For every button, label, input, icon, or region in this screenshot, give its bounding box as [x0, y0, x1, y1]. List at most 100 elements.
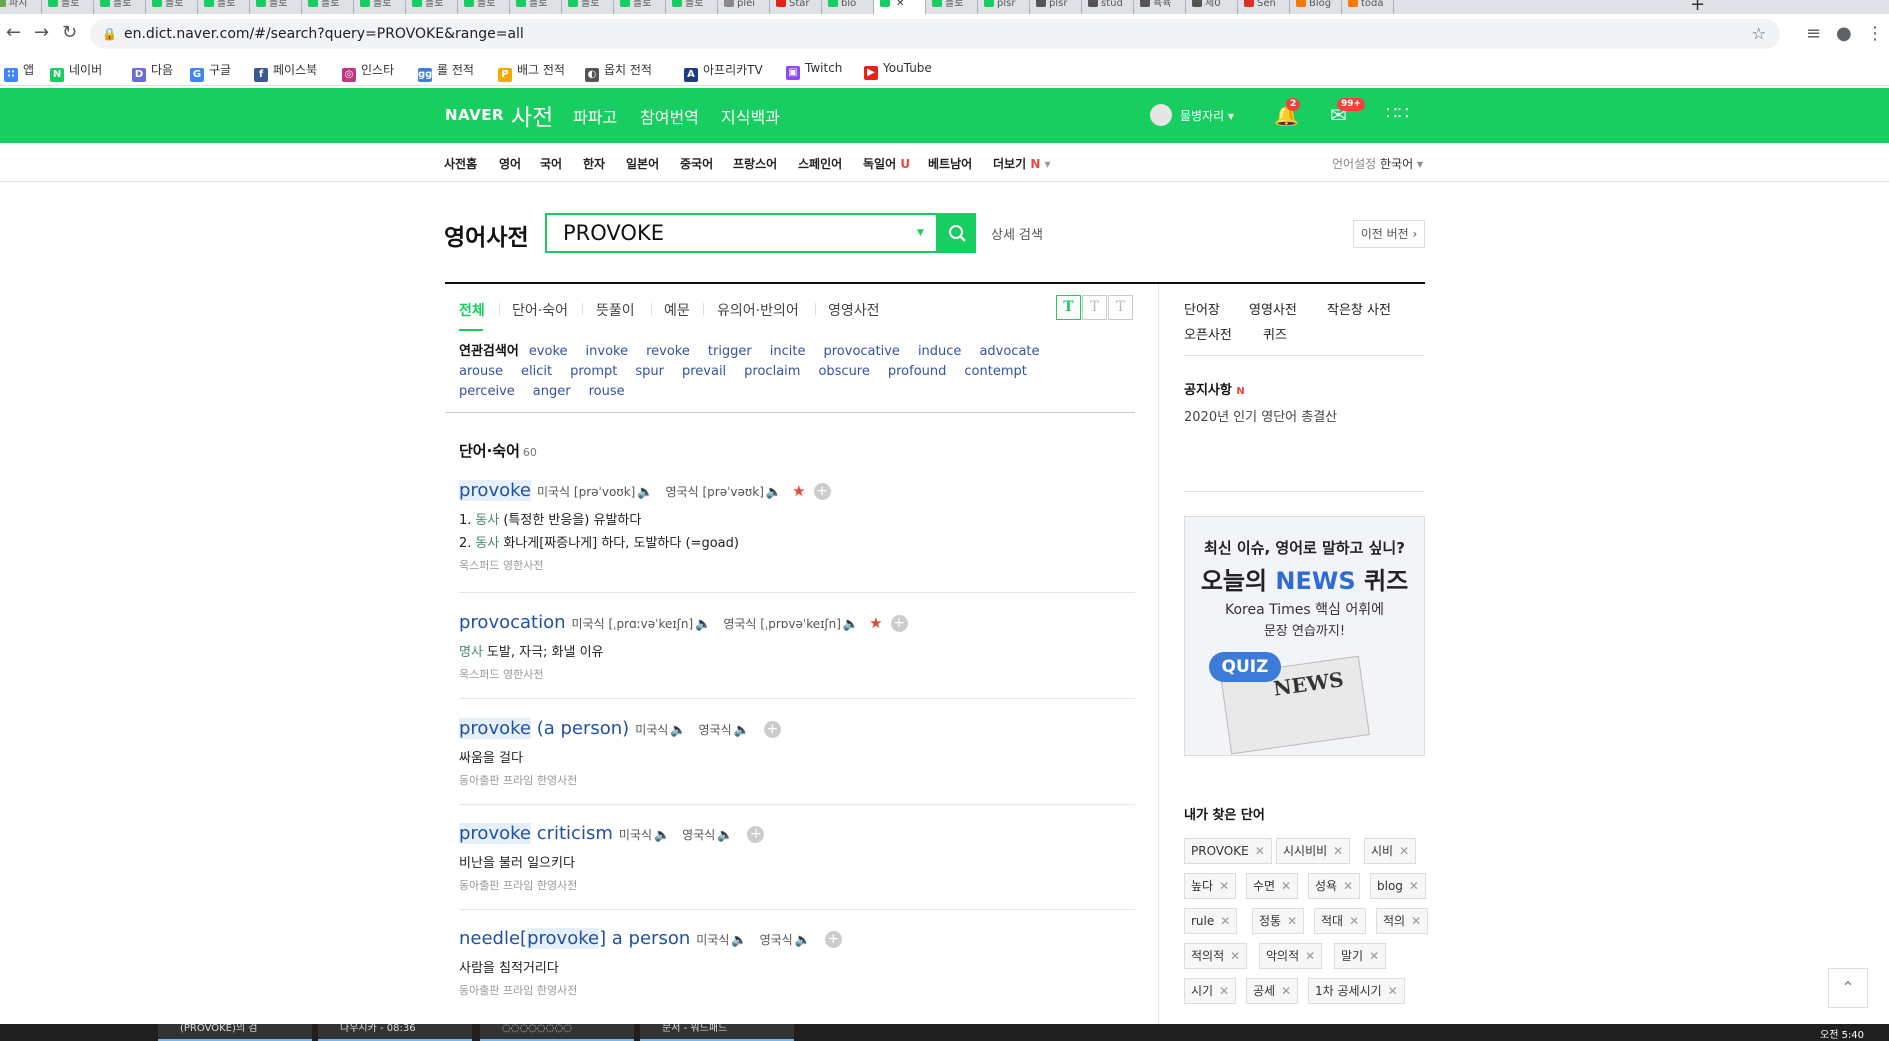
related-word-link[interactable]: provocative — [824, 342, 900, 362]
tab-synonyms-antonyms[interactable]: 유의어·반의어 — [717, 300, 799, 320]
remove-icon[interactable]: ✕ — [1281, 879, 1291, 893]
bookmark-apps-grid[interactable]: ∷ 앱 — [4, 61, 34, 82]
related-word-link[interactable]: rouse — [589, 382, 625, 402]
add-to-wordbook-icon[interactable]: + — [813, 483, 831, 500]
recent-word-chip[interactable]: blog ✕ — [1370, 873, 1426, 899]
tab-english-english[interactable]: 영영사전 — [828, 300, 880, 320]
sidebar-link-quiz[interactable]: 퀴즈 — [1263, 324, 1287, 343]
menu-icon[interactable]: ⋮ — [1866, 23, 1884, 44]
related-word-link[interactable]: invoke — [586, 342, 629, 362]
profile-icon[interactable]: ● — [1836, 23, 1852, 44]
related-word-link[interactable]: evoke — [529, 342, 568, 362]
speaker-icon[interactable]: 🔈 — [795, 933, 811, 948]
detail-search-link[interactable]: 상세 검색 — [991, 224, 1043, 243]
browser-tab[interactable]: 블로 — [146, 0, 198, 14]
browser-tab[interactable]: plei — [718, 0, 770, 14]
bookmark-google[interactable]: G 구글 — [190, 61, 231, 82]
taskbar-window-button[interactable]: ◌◌◌◌◌◌◌◌ — [480, 1024, 634, 1041]
dictionary-title-link[interactable]: 사전 — [511, 98, 553, 132]
remove-icon[interactable]: ✕ — [1287, 914, 1297, 928]
browser-tab[interactable]: Star — [770, 0, 822, 14]
browser-tab[interactable]: 블로 — [198, 0, 250, 14]
remove-icon[interactable]: ✕ — [1230, 949, 1240, 963]
browser-tab[interactable]: 블로 — [42, 0, 94, 14]
nav-participation-translation[interactable]: 참여번역 — [640, 104, 699, 128]
related-word-link[interactable]: spur — [635, 362, 664, 382]
related-word-link[interactable]: arouse — [459, 362, 503, 382]
font-style-button-2[interactable]: T — [1082, 295, 1107, 320]
browser-tab[interactable]: 블로 — [666, 0, 718, 14]
speaker-icon[interactable]: 🔈 — [637, 485, 653, 500]
browser-tab[interactable]: plsr — [978, 0, 1030, 14]
browser-tab[interactable]: 블로 — [926, 0, 978, 14]
subnav-more[interactable]: 더보기 N ▾ — [993, 155, 1051, 172]
tab-all[interactable]: 전체 — [459, 300, 485, 320]
recent-word-chip[interactable]: 적의 ✕ — [1376, 908, 1429, 934]
taskbar-window-button[interactable]: 나우시카 - 08:36 — [318, 1024, 472, 1041]
subnav-english[interactable]: 영어 — [499, 155, 521, 172]
add-to-wordbook-icon[interactable]: + — [824, 931, 842, 948]
remove-icon[interactable]: ✕ — [1399, 844, 1409, 858]
speaker-icon[interactable]: 🔈 — [766, 485, 782, 500]
browser-tab[interactable]: 블로 — [406, 0, 458, 14]
tab-definitions[interactable]: 뜻풀이 — [596, 300, 635, 320]
remove-icon[interactable]: ✕ — [1369, 949, 1379, 963]
remove-icon[interactable]: ✕ — [1305, 949, 1315, 963]
recent-word-chip[interactable]: 말기 ✕ — [1334, 943, 1387, 969]
search-input[interactable]: PROVOKE ▼ — [545, 213, 938, 253]
recent-word-chip[interactable]: 높다 ✕ — [1184, 873, 1237, 899]
sidebar-link-open-dict[interactable]: 오픈사전 — [1184, 324, 1232, 343]
remove-icon[interactable]: ✕ — [1409, 879, 1419, 893]
remove-icon[interactable]: ✕ — [1219, 879, 1229, 893]
bookmark-youtube[interactable]: ▶ YouTube — [864, 61, 932, 80]
subnav-home[interactable]: 사전홈 — [444, 155, 477, 172]
recent-word-chip[interactable]: 공세 ✕ — [1246, 978, 1299, 1004]
browser-tab[interactable]: 블로 — [250, 0, 302, 14]
naver-logo[interactable]: NAVER — [445, 106, 504, 124]
remove-icon[interactable]: ✕ — [1388, 984, 1398, 998]
recent-word-chip[interactable]: rule ✕ — [1184, 908, 1238, 934]
search-button[interactable] — [938, 213, 976, 253]
related-word-link[interactable]: incite — [770, 342, 806, 362]
related-word-link[interactable]: advocate — [979, 342, 1039, 362]
taskbar-window-button[interactable]: 문서 - 워드패드 — [640, 1024, 794, 1041]
subnav-chinese[interactable]: 중국어 — [680, 155, 713, 172]
speaker-icon[interactable]: 🔈 — [734, 723, 750, 738]
font-style-button-3[interactable]: T — [1108, 295, 1133, 320]
browser-tab[interactable]: 블로 — [458, 0, 510, 14]
entry-headword-link[interactable]: provoke criticism — [459, 823, 613, 844]
browser-tab[interactable]: stud — [1082, 0, 1134, 14]
recent-word-chip[interactable]: PROVOKE ✕ — [1184, 838, 1272, 864]
related-word-link[interactable]: prevail — [682, 362, 726, 382]
font-style-button-1[interactable]: T — [1056, 295, 1081, 320]
subnav-vietnamese[interactable]: 베트남어 — [928, 155, 972, 172]
speaker-icon[interactable]: 🔈 — [731, 933, 747, 948]
related-word-link[interactable]: prompt — [570, 362, 617, 382]
browser-tab[interactable]: toda — [1342, 0, 1394, 14]
bookmark-star-icon[interactable]: ☆ — [1752, 19, 1766, 49]
news-quiz-banner[interactable]: 최신 이슈, 영어로 말하고 싶니? 오늘의 NEWS 퀴즈 Korea Tim… — [1184, 516, 1425, 756]
browser-tab[interactable]: 파지 — [0, 0, 42, 14]
speaker-icon[interactable]: 🔈 — [670, 723, 686, 738]
remove-icon[interactable]: ✕ — [1219, 984, 1229, 998]
speaker-icon[interactable]: 🔈 — [695, 617, 711, 632]
related-word-link[interactable]: obscure — [818, 362, 869, 382]
subnav-french[interactable]: 프랑스어 — [733, 155, 777, 172]
tab-words-idioms[interactable]: 단어·숙어 — [512, 300, 568, 320]
subnav-german[interactable]: 독일어 U — [863, 155, 910, 172]
entry-headword-link[interactable]: provoke (a person) — [459, 718, 629, 739]
new-tab-button[interactable]: + — [1690, 0, 1705, 15]
add-to-wordbook-icon[interactable]: + — [747, 826, 765, 843]
recent-word-chip[interactable]: 시시비비 ✕ — [1276, 838, 1351, 864]
browser-tab[interactable]: 제0 — [1186, 0, 1238, 14]
bookmark-overwatch[interactable]: ◐ 옵치 전적 — [585, 61, 652, 82]
browser-tab[interactable]: blo — [822, 0, 874, 14]
reload-icon[interactable]: ↻ — [62, 22, 77, 43]
url-field[interactable]: 🔒 en.dict.naver.com/#/search?query=PROVO… — [90, 19, 1780, 49]
subnav-hanja[interactable]: 한자 — [583, 155, 605, 172]
autocomplete-toggle-icon[interactable]: ▼ — [917, 228, 924, 238]
browser-tab[interactable]: 블로 — [510, 0, 562, 14]
entry-headword-link[interactable]: needle[provoke] a person — [459, 928, 690, 949]
recent-word-chip[interactable]: 적의적 ✕ — [1184, 943, 1248, 969]
related-word-link[interactable]: revoke — [646, 342, 690, 362]
